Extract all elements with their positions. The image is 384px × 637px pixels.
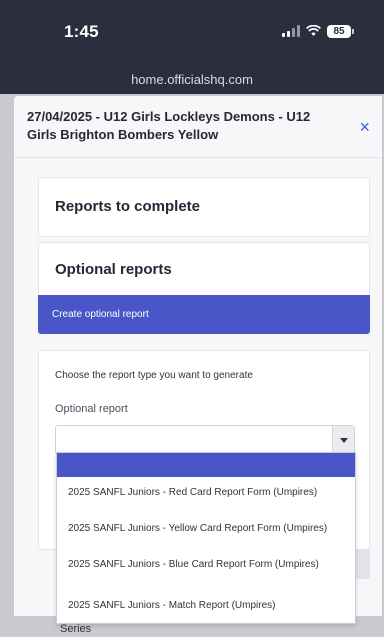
dropdown-option-match-report[interactable]: 2025 SANFL Juniors - Match Report (Umpir… xyxy=(68,598,348,613)
chevron-down-icon xyxy=(339,437,348,443)
select-arrow-button[interactable] xyxy=(332,426,354,454)
optional-report-select[interactable] xyxy=(55,425,355,455)
modal-footer-button[interactable] xyxy=(356,549,370,579)
battery-level: 85 xyxy=(327,24,351,38)
signal-icon xyxy=(282,25,300,37)
wifi-icon xyxy=(306,25,321,37)
url-bar[interactable]: home.officialshq.com xyxy=(0,64,384,94)
series-label: Series xyxy=(60,623,92,635)
modal-header: 27/04/2025 - U12 Girls Lockleys Demons -… xyxy=(14,96,382,158)
close-icon[interactable]: × xyxy=(359,118,370,136)
status-icons: 85 xyxy=(282,24,354,38)
dropdown-option-red-card[interactable]: 2025 SANFL Juniors - Red Card Report For… xyxy=(68,485,348,500)
report-type-dropdown: 2025 SANFL Juniors - Red Card Report For… xyxy=(56,452,356,624)
reports-to-complete-heading: Reports to complete xyxy=(55,198,201,215)
optional-report-label: Optional report xyxy=(55,403,128,415)
url-text: home.officialshq.com xyxy=(131,71,253,87)
reports-to-complete-card: Reports to complete xyxy=(38,177,370,237)
modal-title: 27/04/2025 - U12 Girls Lockleys Demons -… xyxy=(27,109,311,142)
form-helper-text: Choose the report type you want to gener… xyxy=(55,370,253,381)
status-bar: 1:45 85 xyxy=(0,0,384,64)
battery-icon: 85 xyxy=(327,24,354,38)
optional-reports-heading: Optional reports xyxy=(55,261,172,278)
dropdown-option-blank[interactable] xyxy=(57,453,355,477)
optional-reports-card: Optional reports xyxy=(38,242,370,295)
create-optional-report-label: Create optional report xyxy=(52,309,149,320)
status-time: 1:45 xyxy=(64,22,99,41)
dropdown-option-yellow-card[interactable]: 2025 SANFL Juniors - Yellow Card Report … xyxy=(68,521,348,536)
create-optional-report-button[interactable]: Create optional report xyxy=(38,295,370,334)
dropdown-option-blue-card[interactable]: 2025 SANFL Juniors - Blue Card Report Fo… xyxy=(68,557,348,572)
